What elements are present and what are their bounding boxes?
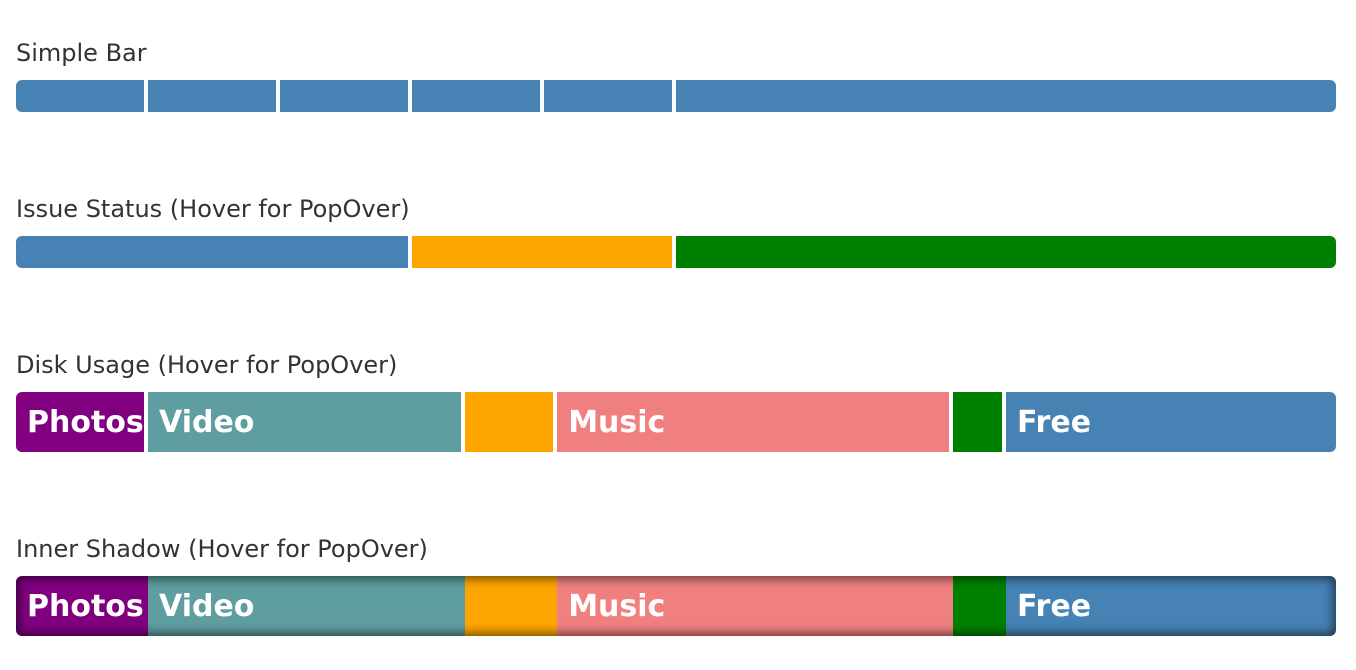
bar-segment[interactable] [412,80,544,112]
section-title: Inner Shadow (Hover for PopOver) [16,535,428,563]
segment-label: Video [159,588,255,624]
bar-segment[interactable] [953,576,1006,636]
section-title: Issue Status (Hover for PopOver) [16,195,410,223]
bar-segment-photos[interactable]: Photos [16,392,148,452]
bar-segment[interactable] [412,236,676,268]
bar-segment[interactable] [464,576,558,636]
bar-segment-free[interactable]: Free [1005,392,1336,452]
section-title: Disk Usage (Hover for PopOver) [16,351,398,379]
bar-segment[interactable] [16,236,412,268]
segment-label: Photos [27,404,144,440]
bar-segment[interactable] [280,80,412,112]
bar-segment[interactable] [148,80,280,112]
section-title: Simple Bar [16,39,147,67]
segment-label: Photos [27,588,144,624]
bar-segment-free[interactable]: Free [1005,576,1336,636]
bar-segment[interactable] [676,80,1336,112]
segment-label: Music [568,404,666,440]
bar-segment[interactable] [676,236,1336,268]
segment-label: Video [159,404,255,440]
segment-label: Free [1016,588,1092,624]
bar-segment-video[interactable]: Video [148,576,465,636]
bar-segment-music[interactable]: Music [557,392,954,452]
bar-segment-photos[interactable]: Photos [16,576,148,636]
bar-segment-music[interactable]: Music [557,576,954,636]
bar-segment[interactable] [953,392,1006,452]
simple-bar [16,80,1336,112]
segment-label: Music [568,588,666,624]
bar-segment[interactable] [16,80,148,112]
inner-shadow-bar: Photos Video Music Free [16,576,1336,636]
bar-segment-video[interactable]: Video [148,392,465,452]
bar-segment[interactable] [544,80,676,112]
bar-segment[interactable] [464,392,558,452]
issue-status-bar [16,236,1336,268]
segment-label: Free [1016,404,1092,440]
disk-usage-bar: Photos Video Music Free [16,392,1336,452]
